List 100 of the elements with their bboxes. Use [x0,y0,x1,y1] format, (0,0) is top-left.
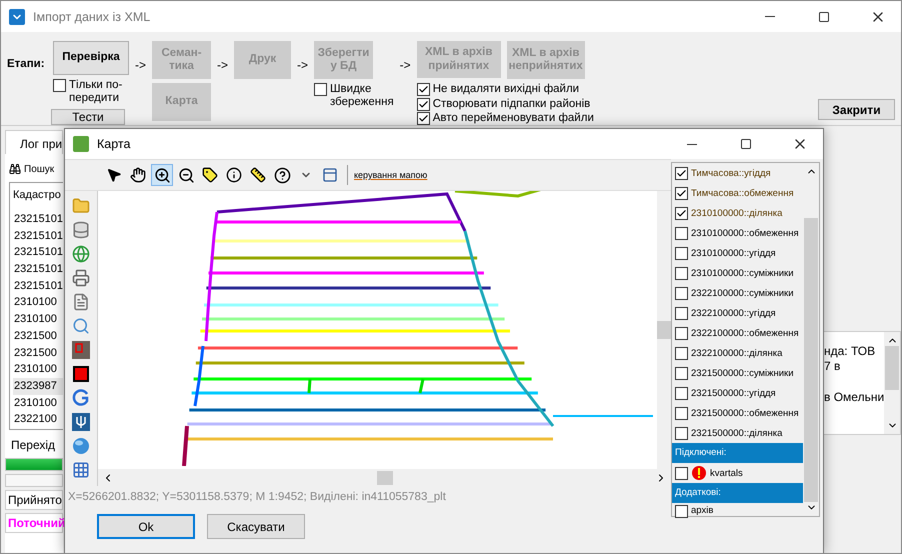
dialog-button[interactable]: Скасувати [207,514,305,539]
database-icon[interactable] [71,220,91,240]
stages-label: Етапи: [7,58,46,72]
zoom-out-icon [178,166,194,184]
current-text: Поточний [5,513,63,533]
list-header: Кадастро [13,189,62,203]
layer-group-header: Підключені: [672,443,803,463]
close-dialog-button[interactable]: Закрити [818,99,895,120]
window-title: Імпорт даних із XML [33,10,152,24]
list-row[interactable]: 2310100 [13,361,63,378]
layer-checkbox[interactable] [675,166,688,180]
dialog-button[interactable]: Ok [97,514,195,539]
globe-icon[interactable] [71,436,91,456]
layer-checkbox[interactable] [675,505,688,518]
layer-checkbox[interactable] [675,426,688,440]
maximize-icon [818,10,830,22]
list-row[interactable]: 23215101 [13,244,63,262]
checkbox[interactable] [314,83,327,96]
arrow-text: -> [134,58,147,74]
layer-label: 2322100000::суміжники [691,288,794,298]
checkbox[interactable] [416,112,430,125]
list-row[interactable]: 2323987 [13,378,63,395]
scrollbar-thumb [376,470,392,484]
search-label: Пошук [24,164,54,174]
arrow-text: -> [216,58,229,74]
dialog-title: Карта [97,137,132,151]
list-row[interactable]: 2321500 [13,344,63,362]
layer-checkbox[interactable] [675,266,688,280]
layer-label: 2322100000::угіддя [691,308,776,318]
stage-button[interactable]: Перевірка [53,41,129,75]
layer-label: 2310100000::обмеження [691,228,799,238]
arrow-text: -> [398,58,412,74]
layer-group-header: Додаткові: [672,483,803,503]
pointer-icon [106,167,122,183]
option-label: Створювати підпапки районів [432,98,590,111]
layer-checkbox[interactable] [675,386,688,400]
quick-save-label: Швидке збереження [330,83,394,110]
list-row[interactable]: 2310100 [13,311,63,328]
grid-icon[interactable] [71,460,91,480]
navigation-label: Перехід [10,437,56,454]
help-icon [274,166,290,184]
printer-icon[interactable] [71,268,91,288]
layer-label: 2321500000::суміжники [691,368,794,378]
list-row[interactable]: 23215101 [13,211,63,228]
minimize-icon [765,16,775,17]
scrollbar-thumb [657,321,671,339]
warning-icon [691,465,707,481]
map-control-link[interactable]: керування мапою [354,170,428,180]
hand-icon [130,167,146,183]
layer-checkbox[interactable] [675,286,688,300]
accepted-text: Прийнято [5,490,63,510]
list-row[interactable]: 23215101 [13,261,63,278]
raster-icon[interactable] [71,340,91,360]
layer-label: 2310100000::суміжники [691,268,794,278]
layer-checkbox[interactable] [675,206,688,220]
layer-checkbox[interactable] [675,306,688,320]
layer-checkbox[interactable] [675,346,688,360]
tests-button[interactable]: Тести [51,109,125,125]
option-label: Авто перейменовувати файли [432,112,594,125]
layer-label: 2322100000::обмеження [691,328,799,338]
only-warn-checkbox-label: Тільки по- передити [53,78,129,105]
info-icon [226,167,242,183]
layer-checkbox[interactable] [675,246,688,260]
tool-button[interactable] [151,164,173,186]
list-row[interactable]: 2322100 [13,411,63,428]
arrow-text: -> [296,58,309,74]
list-row[interactable]: 23215101 [13,228,63,244]
zoom-in-icon [154,166,170,184]
layer-label: 2310100000::угіддя [691,248,776,258]
list-row[interactable]: 23215101 [13,278,63,294]
details-text: в Омельни [824,390,884,405]
arc-icon[interactable] [71,388,91,408]
layer-label: Тимчасова::обмеження [691,188,794,198]
tag-icon [202,167,218,183]
coordinates-status: X=5266201.8832; Y=5301158.5379; M 1:9452; Виділені: in411055783_plt [67,490,447,503]
checkbox[interactable] [416,83,430,96]
trident-icon[interactable] [71,412,91,432]
stop-icon[interactable] [71,364,91,384]
globe-grid-icon[interactable] [71,244,91,264]
list-row[interactable]: 2310100 [13,294,63,312]
panel-icon [322,167,338,183]
layer-label: kvartals [710,468,743,478]
checkbox[interactable] [416,98,430,111]
list-row[interactable]: 2310100 [13,394,63,412]
layer-checkbox[interactable] [675,326,688,340]
layer-checkbox[interactable] [675,466,688,480]
details-text: 7 в [824,359,842,374]
log-tab[interactable]: Лог при [5,130,63,154]
layer-label: архів [691,505,714,516]
checkbox[interactable] [53,78,66,92]
layer-checkbox[interactable] [675,226,688,240]
layer-checkbox[interactable] [675,186,688,200]
option-label: Не видаляти вихідні файли [432,83,580,97]
details-text: нда: ТОВ [824,344,876,359]
search-icon[interactable] [71,316,91,336]
layer-checkbox[interactable] [675,366,688,380]
layer-label: 2321500000::обмеження [691,408,799,418]
layer-label: 2310100000::ділянка [691,208,782,218]
layer-checkbox[interactable] [675,406,688,420]
list-row[interactable]: 2321500 [13,328,63,344]
